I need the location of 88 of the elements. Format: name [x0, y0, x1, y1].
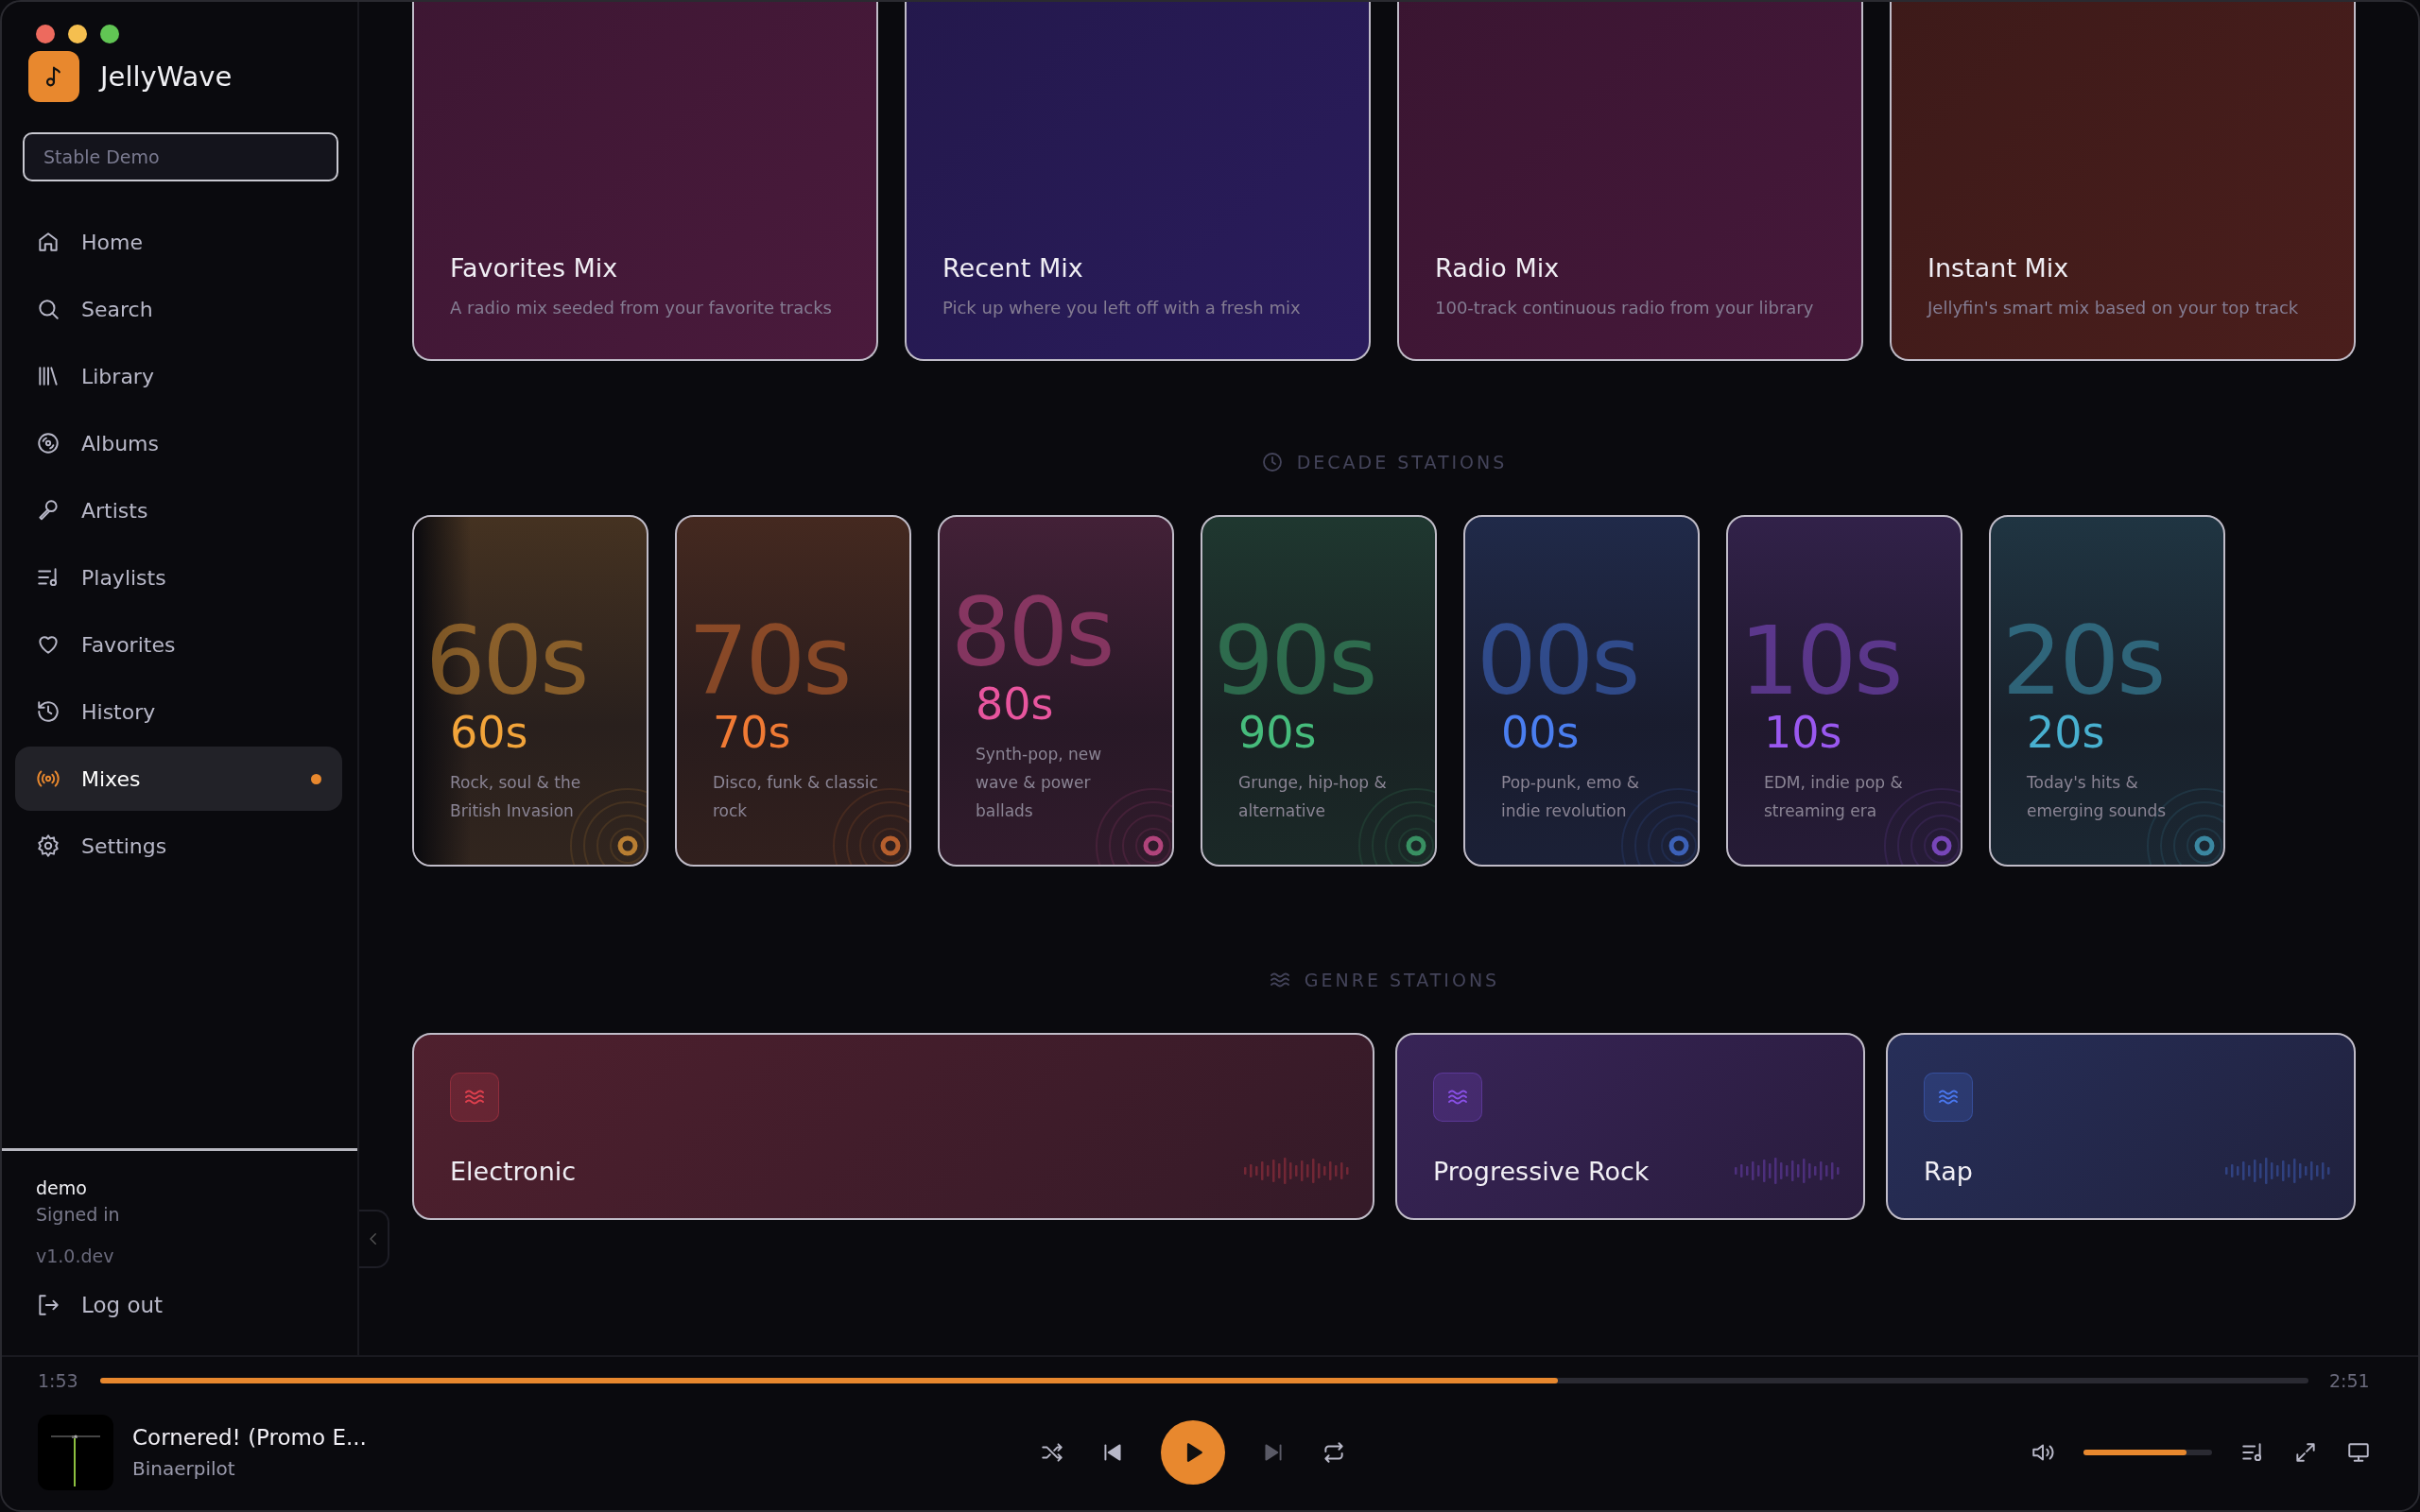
nav-item[interactable]: Albums: [15, 411, 342, 475]
repeat-icon[interactable]: [1322, 1440, 1346, 1465]
nav-item[interactable]: Favorites: [15, 612, 342, 677]
decade-backdrop: 00s: [1477, 614, 1638, 710]
mix-description: A radio mix seeded from your favorite tracks: [450, 298, 833, 318]
home-icon: [36, 230, 60, 254]
mix-title: Recent Mix: [942, 253, 1084, 283]
volume-slider[interactable]: [2083, 1450, 2212, 1455]
decade-backdrop: 90s: [1214, 614, 1375, 710]
waveform-icon: [1244, 1156, 1350, 1186]
decade-backdrop: 10s: [1739, 614, 1901, 710]
decade-backdrop: 70s: [688, 614, 850, 710]
decade-description: EDM, indie pop & streaming era: [1764, 772, 1904, 822]
decade-card[interactable]: 10s 10s EDM, indie pop & streaming era: [1726, 515, 1962, 867]
mix-card[interactable]: Favorites Mix A radio mix seeded from your favorite tracks: [412, 2, 878, 361]
mix-title: Radio Mix: [1435, 253, 1561, 283]
decade-description: Today's hits & emerging sounds: [2027, 772, 2168, 822]
genre-name: Electronic: [450, 1157, 577, 1186]
mix-title: Instant Mix: [1927, 253, 2070, 283]
sign-in-status: Signed in: [36, 1204, 121, 1225]
close-button[interactable]: [36, 25, 55, 43]
decade-label: 00s: [1501, 709, 1581, 757]
section-heading: DECADE STATIONS: [1296, 452, 1508, 472]
decade-description: Disco, funk & classic rock: [713, 772, 879, 822]
nav-item[interactable]: History: [15, 679, 342, 744]
decade-card[interactable]: 00s 00s Pop-punk, emo & indie revolution: [1463, 515, 1700, 867]
genre-name: Progressive Rock: [1433, 1157, 1650, 1186]
decade-description: Synth-pop, new wave & power ballads: [976, 744, 1103, 822]
version-label: v1.0.dev: [36, 1246, 115, 1266]
elapsed-time: 1:53: [38, 1370, 79, 1391]
nav-item[interactable]: Settings: [15, 814, 342, 878]
decade-label: 70s: [713, 709, 792, 757]
decade-card[interactable]: 70s 70s Disco, funk & classic rock: [675, 515, 911, 867]
mix-card[interactable]: Radio Mix 100-track continuous radio from your library: [1397, 2, 1863, 361]
decade-label: 60s: [450, 709, 529, 757]
fullscreen-icon[interactable]: [2293, 1440, 2318, 1465]
waveform-icon: [1735, 1156, 1841, 1186]
clock-icon: [1260, 451, 1284, 473]
logout-icon: [36, 1293, 60, 1317]
mix-description: 100-track continuous radio from your library: [1435, 298, 1815, 318]
genre-name: Rap: [1924, 1157, 1973, 1186]
decade-description: Pop-punk, emo & indie revolution: [1501, 772, 1641, 822]
decade-label: 20s: [2027, 709, 2106, 757]
mix-title: Favorites Mix: [450, 253, 619, 283]
decade-card[interactable]: 60s 60s Rock, soul & the British Invasion: [412, 515, 648, 867]
genre-card[interactable]: Electronic: [412, 1033, 1374, 1220]
decade-label: 10s: [1764, 709, 1843, 757]
decade-description: Grunge, hip-hop & alternative: [1238, 772, 1388, 822]
logout-button[interactable]: Log out: [36, 1293, 323, 1317]
progress-bar[interactable]: [100, 1378, 2308, 1383]
mix-description: Jellyfin's smart mix based on your top track: [1927, 298, 2300, 318]
settings-icon: [36, 833, 60, 858]
mix-card[interactable]: Recent Mix Pick up where you left off with a fresh mix: [905, 2, 1371, 361]
decade-card[interactable]: 90s 90s Grunge, hip-hop & alternative: [1201, 515, 1437, 867]
nav-item[interactable]: Library: [15, 344, 342, 408]
section-heading: GENRE STATIONS: [1304, 970, 1500, 990]
nav-item[interactable]: Search: [15, 277, 342, 341]
disc-icon: [36, 431, 60, 455]
mix-card[interactable]: Instant Mix Jellyfin's smart mix based on your top track: [1890, 2, 2356, 361]
track-title: Cornered! (Promo E...: [132, 1425, 367, 1450]
genre-card[interactable]: Progressive Rock: [1395, 1033, 1865, 1220]
user-name: demo: [36, 1177, 88, 1198]
genre-card[interactable]: Rap: [1886, 1033, 2356, 1220]
app-name: JellyWave: [100, 60, 233, 93]
decade-backdrop: 20s: [2002, 614, 2164, 710]
server-field[interactable]: Stable Demo: [23, 132, 338, 181]
monitor-icon[interactable]: [2346, 1440, 2371, 1465]
library-icon: [36, 364, 60, 388]
total-time: 2:51: [2329, 1370, 2371, 1391]
search-icon: [36, 297, 60, 321]
nav-item[interactable]: Playlists: [15, 545, 342, 610]
shuffle-icon[interactable]: [1040, 1440, 1064, 1465]
nav-item[interactable]: Home: [15, 210, 342, 274]
decade-label: 80s: [976, 680, 1055, 729]
decade-card[interactable]: 20s 20s Today's hits & emerging sounds: [1989, 515, 2225, 867]
decade-label: 90s: [1238, 709, 1318, 757]
nav-item[interactable]: Artists: [15, 478, 342, 542]
waveform-icon: [2225, 1156, 2331, 1186]
history-icon: [36, 699, 60, 724]
minimize-button[interactable]: [68, 25, 87, 43]
nav-item[interactable]: Mixes: [15, 747, 342, 811]
decade-backdrop: 80s: [951, 586, 1113, 681]
maximize-button[interactable]: [100, 25, 119, 43]
decade-backdrop: 60s: [425, 614, 587, 710]
mix-description: Pick up where you left off with a fresh mix: [942, 298, 1302, 318]
track-artist: Binaerpilot: [132, 1457, 236, 1480]
decade-card[interactable]: 80s 80s Synth-pop, new wave & power ballads: [938, 515, 1174, 867]
decade-description: Rock, soul & the British Invasion: [450, 772, 582, 822]
